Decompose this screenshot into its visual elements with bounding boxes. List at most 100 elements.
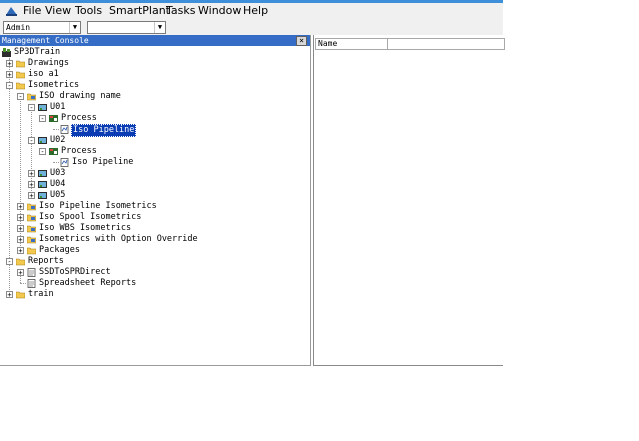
expand-icon[interactable]: + [17,214,24,222]
document-icon [60,158,69,167]
tree-node[interactable]: - Process [0,146,310,157]
tree-node[interactable]: Iso Pipeline [0,124,310,137]
tree-node-label[interactable]: Reports [27,256,65,267]
chevron-down-icon[interactable]: ▼ [69,22,80,33]
iso-folder-icon [26,202,37,211]
tree-node-label[interactable]: Iso Pipeline [71,157,134,168]
tree-node[interactable]: + Drawings [0,58,310,69]
user-combo-value: Admin [6,23,31,32]
expand-icon[interactable]: + [17,236,24,244]
menu-tasks[interactable]: Tasks [165,4,196,18]
plant-icon [2,48,11,57]
collapse-icon[interactable]: - [28,104,35,112]
expand-icon[interactable]: + [17,225,24,233]
folder-icon [15,59,26,68]
folder-icon [15,81,26,90]
tree-node[interactable]: - U02 [0,135,310,146]
expand-icon[interactable]: + [17,203,24,211]
tree-node[interactable]: + Iso WBS Isometrics [0,223,310,234]
tree-node[interactable]: + Iso Pipeline Isometrics [0,201,310,212]
menu-view[interactable]: View [44,4,72,18]
tree-node[interactable]: + train [0,289,310,300]
tree-node[interactable]: - Reports [0,256,310,267]
tree-node-label[interactable]: SSDToSPRDirect [38,267,112,278]
tree-node-label[interactable]: Iso Spool Isometrics [38,212,142,223]
tree-node[interactable]: - Isometrics [0,80,310,91]
report-icon [27,268,36,277]
expand-icon[interactable]: + [6,291,13,299]
toolbar: Admin ▼ ▼ [0,19,503,35]
iso-folder-icon [26,92,37,101]
tree-node-label[interactable]: U05 [49,190,66,201]
expand-icon[interactable]: + [6,71,13,79]
unit-icon [38,180,47,189]
collapse-icon[interactable]: - [39,115,46,123]
tree-node[interactable]: - ISO drawing name [0,91,310,102]
iso-folder-icon [26,213,37,222]
column-separator[interactable] [387,39,388,49]
tree-node[interactable]: + iso a1 [0,69,310,80]
tree-node[interactable]: SP3DTrain [0,47,310,58]
list-header: Name [315,38,505,50]
folder-icon [15,290,26,299]
tree-node[interactable]: + Iso Spool Isometrics [0,212,310,223]
tree-node-label[interactable]: U03 [49,168,66,179]
tree-node-label[interactable]: U01 [49,102,66,113]
tree-node[interactable]: - Process [0,113,310,124]
expand-icon[interactable]: + [17,269,24,277]
tree-node-label[interactable]: Packages [38,245,81,256]
tree-connector [20,283,26,284]
filter-combo[interactable]: ▼ [87,21,166,34]
tree-node-label[interactable]: train [27,289,55,300]
chevron-down-icon[interactable]: ▼ [154,22,165,33]
process-icon [49,147,58,156]
tree-node[interactable]: + Packages [0,245,310,256]
management-console-panel: Management Console × SP3DTrain + Drawings +… [0,35,311,366]
menu-file[interactable]: File [22,4,42,18]
menu-window[interactable]: Window [197,4,242,18]
collapse-icon[interactable]: - [28,137,35,145]
user-combo[interactable]: Admin ▼ [3,21,81,34]
tree-node[interactable]: + SSDToSPRDirect [0,267,310,278]
iso-folder-icon [26,235,37,244]
column-header-name[interactable]: Name [318,39,337,49]
collapse-icon[interactable]: - [17,93,24,101]
expand-icon[interactable]: + [28,192,35,200]
list-pane: Name [313,35,505,366]
tree-node-label[interactable]: U02 [49,135,66,146]
tree-node-label[interactable]: Isometrics [27,80,80,91]
tree-node[interactable]: Iso Pipeline [0,157,310,168]
tree-node[interactable]: + U05 [0,190,310,201]
tree-node-label[interactable]: Process [60,146,98,157]
tree-node[interactable]: + Isometrics with Option Override [0,234,310,245]
tree-node[interactable]: + U04 [0,179,310,190]
tree-node-label[interactable]: Drawings [27,58,70,69]
folder-icon [26,246,37,255]
tree-node-label[interactable]: Iso WBS Isometrics [38,223,132,234]
collapse-icon[interactable]: - [6,82,13,90]
tree-node[interactable]: Spreadsheet Reports [0,278,310,289]
expand-icon[interactable]: + [28,181,35,189]
iso-folder-icon [26,224,37,233]
tree-node-label[interactable]: ISO drawing name [38,91,122,102]
menu-smartplant[interactable]: SmartPlant [108,4,171,18]
menu-tools[interactable]: Tools [74,4,103,18]
tree-node-label[interactable]: iso a1 [27,69,60,80]
tree-node-label[interactable]: Iso Pipeline Isometrics [38,201,158,212]
tree-node[interactable]: + U03 [0,168,310,179]
tree-node-label[interactable]: SP3DTrain [13,47,61,58]
collapse-icon[interactable]: - [39,148,46,156]
expand-icon[interactable]: + [28,170,35,178]
collapse-icon[interactable]: - [6,258,13,266]
unit-icon [38,103,47,112]
tree-node-label[interactable]: U04 [49,179,66,190]
tree-node-label[interactable]: Process [60,113,98,124]
close-icon[interactable]: × [296,36,307,46]
expand-icon[interactable]: + [17,247,24,255]
tree-node[interactable]: - U01 [0,102,310,113]
document-icon [60,125,69,134]
menu-help[interactable]: Help [242,4,269,18]
tree-node-label[interactable]: Spreadsheet Reports [38,278,137,289]
tree-node-label[interactable]: Isometrics with Option Override [38,234,199,245]
expand-icon[interactable]: + [6,60,13,68]
